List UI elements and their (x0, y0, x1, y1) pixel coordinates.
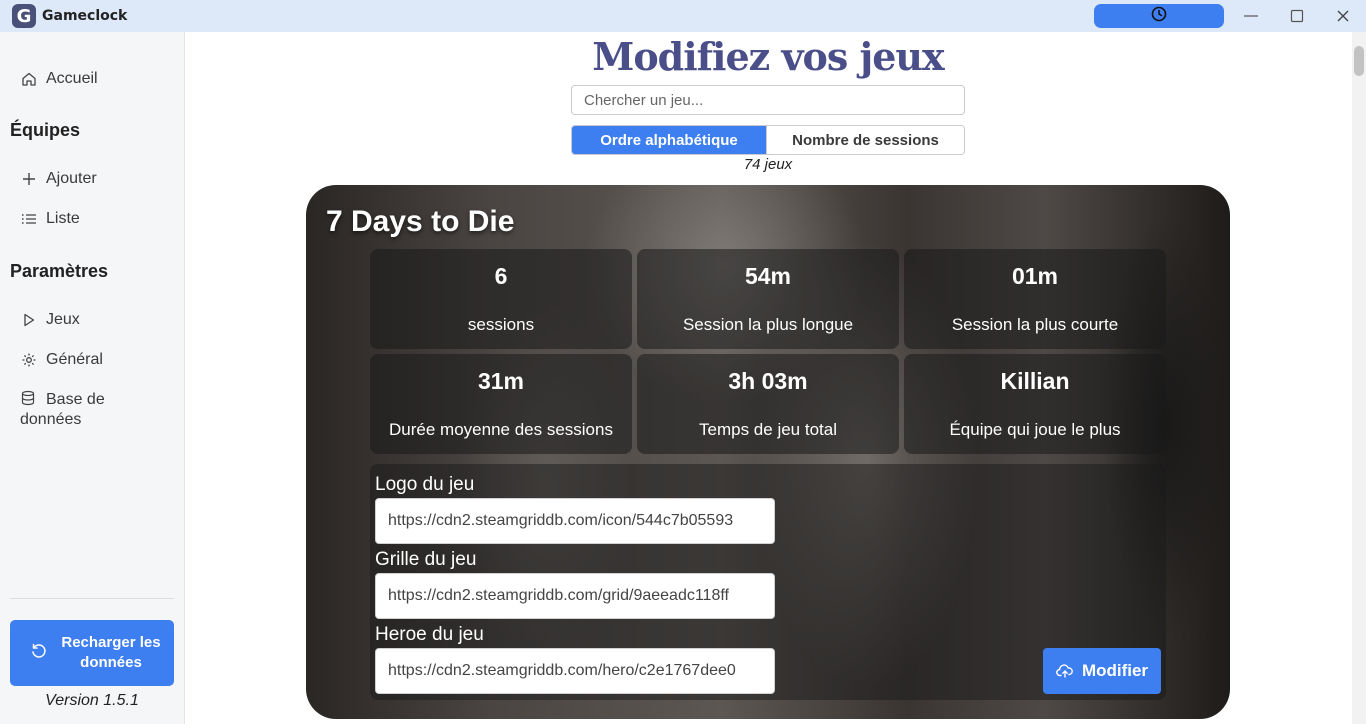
stat-value: 6 (494, 263, 508, 289)
hero-field-label: Heroe du jeu (375, 624, 484, 645)
sidebar-item-label: Général (46, 351, 103, 368)
sidebar-item-label: Accueil (46, 70, 98, 87)
game-count: 74 jeux (743, 156, 793, 173)
refresh-icon (30, 642, 48, 664)
sidebar-item-games[interactable]: Jeux (20, 311, 80, 329)
sidebar-item-label: Jeux (46, 311, 80, 328)
reload-button-label: Recharger les données (61, 634, 161, 671)
maximize-button[interactable] (1282, 4, 1312, 28)
cloud-upload-icon (1056, 663, 1074, 679)
grid-url-input[interactable] (375, 573, 775, 619)
app-logo: G (12, 4, 36, 28)
home-icon (20, 70, 38, 88)
maximize-icon (1290, 9, 1304, 23)
game-card: 7 Days to Die 6 sessions 54m Session la … (306, 185, 1230, 719)
logo-field-label: Logo du jeu (375, 474, 475, 495)
stat-label: Session la plus courte (951, 315, 1119, 334)
sidebar-item-database[interactable]: Base de données (20, 390, 170, 430)
section-title-teams: Équipes (10, 120, 81, 140)
timer-button[interactable] (1094, 4, 1224, 28)
reload-data-button[interactable]: Recharger les données (10, 620, 174, 686)
play-icon (20, 311, 38, 329)
gear-icon (20, 351, 38, 369)
stat-label: Durée moyenne des sessions (389, 420, 613, 439)
version-label: Version 1.5.1 (45, 692, 139, 709)
stat-value: 01m (1011, 263, 1059, 289)
modify-button-label: Modifier (1081, 661, 1149, 680)
sort-toggle-group: Ordre alphabétique Nombre de sessions (571, 125, 965, 155)
app-title: Gameclock (42, 8, 128, 24)
sort-alphabetical-button[interactable]: Ordre alphabétique (572, 126, 766, 154)
close-button[interactable] (1328, 4, 1358, 28)
sidebar-divider (10, 598, 174, 599)
sidebar-item-label: Liste (46, 210, 80, 227)
modify-button[interactable]: Modifier (1043, 648, 1161, 694)
scrollbar[interactable] (1352, 32, 1366, 724)
stat-label: Session la plus longue (682, 315, 854, 334)
sidebar-item-general[interactable]: Général (20, 351, 103, 369)
stat-card: Killian Équipe qui joue le plus (904, 354, 1166, 454)
section-title-settings: Paramètres (10, 261, 109, 281)
stat-value: 54m (744, 263, 792, 289)
database-icon (20, 390, 38, 406)
game-edit-form: Logo du jeu Grille du jeu Heroe du jeu M… (370, 464, 1166, 700)
stat-value: 3h 03m (728, 368, 808, 394)
sort-sessions-button[interactable]: Nombre de sessions (766, 126, 964, 154)
search-input[interactable] (571, 85, 965, 115)
stat-card: 6 sessions (370, 249, 632, 349)
stat-card: 3h 03m Temps de jeu total (637, 354, 899, 454)
sidebar: Accueil Équipes Ajouter Liste Paramètres… (0, 32, 185, 724)
close-icon (1337, 10, 1349, 22)
sidebar-item-label: Ajouter (46, 170, 97, 187)
stat-label: Temps de jeu total (699, 420, 837, 439)
sidebar-item-list[interactable]: Liste (20, 210, 80, 228)
logo-url-input[interactable] (375, 498, 775, 544)
sidebar-item-add[interactable]: Ajouter (20, 170, 97, 188)
stat-value: 31m (477, 368, 525, 394)
stat-card: 54m Session la plus longue (637, 249, 899, 349)
minimize-icon (1244, 15, 1258, 17)
stat-value: Killian (1000, 368, 1070, 394)
minimize-button[interactable] (1236, 4, 1266, 28)
sidebar-item-home[interactable]: Accueil (20, 70, 98, 88)
stat-card: 31m Durée moyenne des sessions (370, 354, 632, 454)
game-title: 7 Days to Die (326, 205, 515, 238)
page-title: Modifiez vos jeux (592, 34, 944, 79)
clock-icon (1151, 6, 1167, 26)
plus-icon (20, 170, 38, 188)
grid-field-label: Grille du jeu (375, 549, 477, 570)
scrollbar-thumb[interactable] (1354, 46, 1364, 76)
hero-url-input[interactable] (375, 648, 775, 694)
stat-label: Équipe qui joue le plus (949, 420, 1121, 439)
list-icon (20, 210, 38, 228)
title-bar: G Gameclock (0, 0, 1366, 32)
stat-label: sessions (467, 315, 535, 334)
stat-card: 01m Session la plus courte (904, 249, 1166, 349)
